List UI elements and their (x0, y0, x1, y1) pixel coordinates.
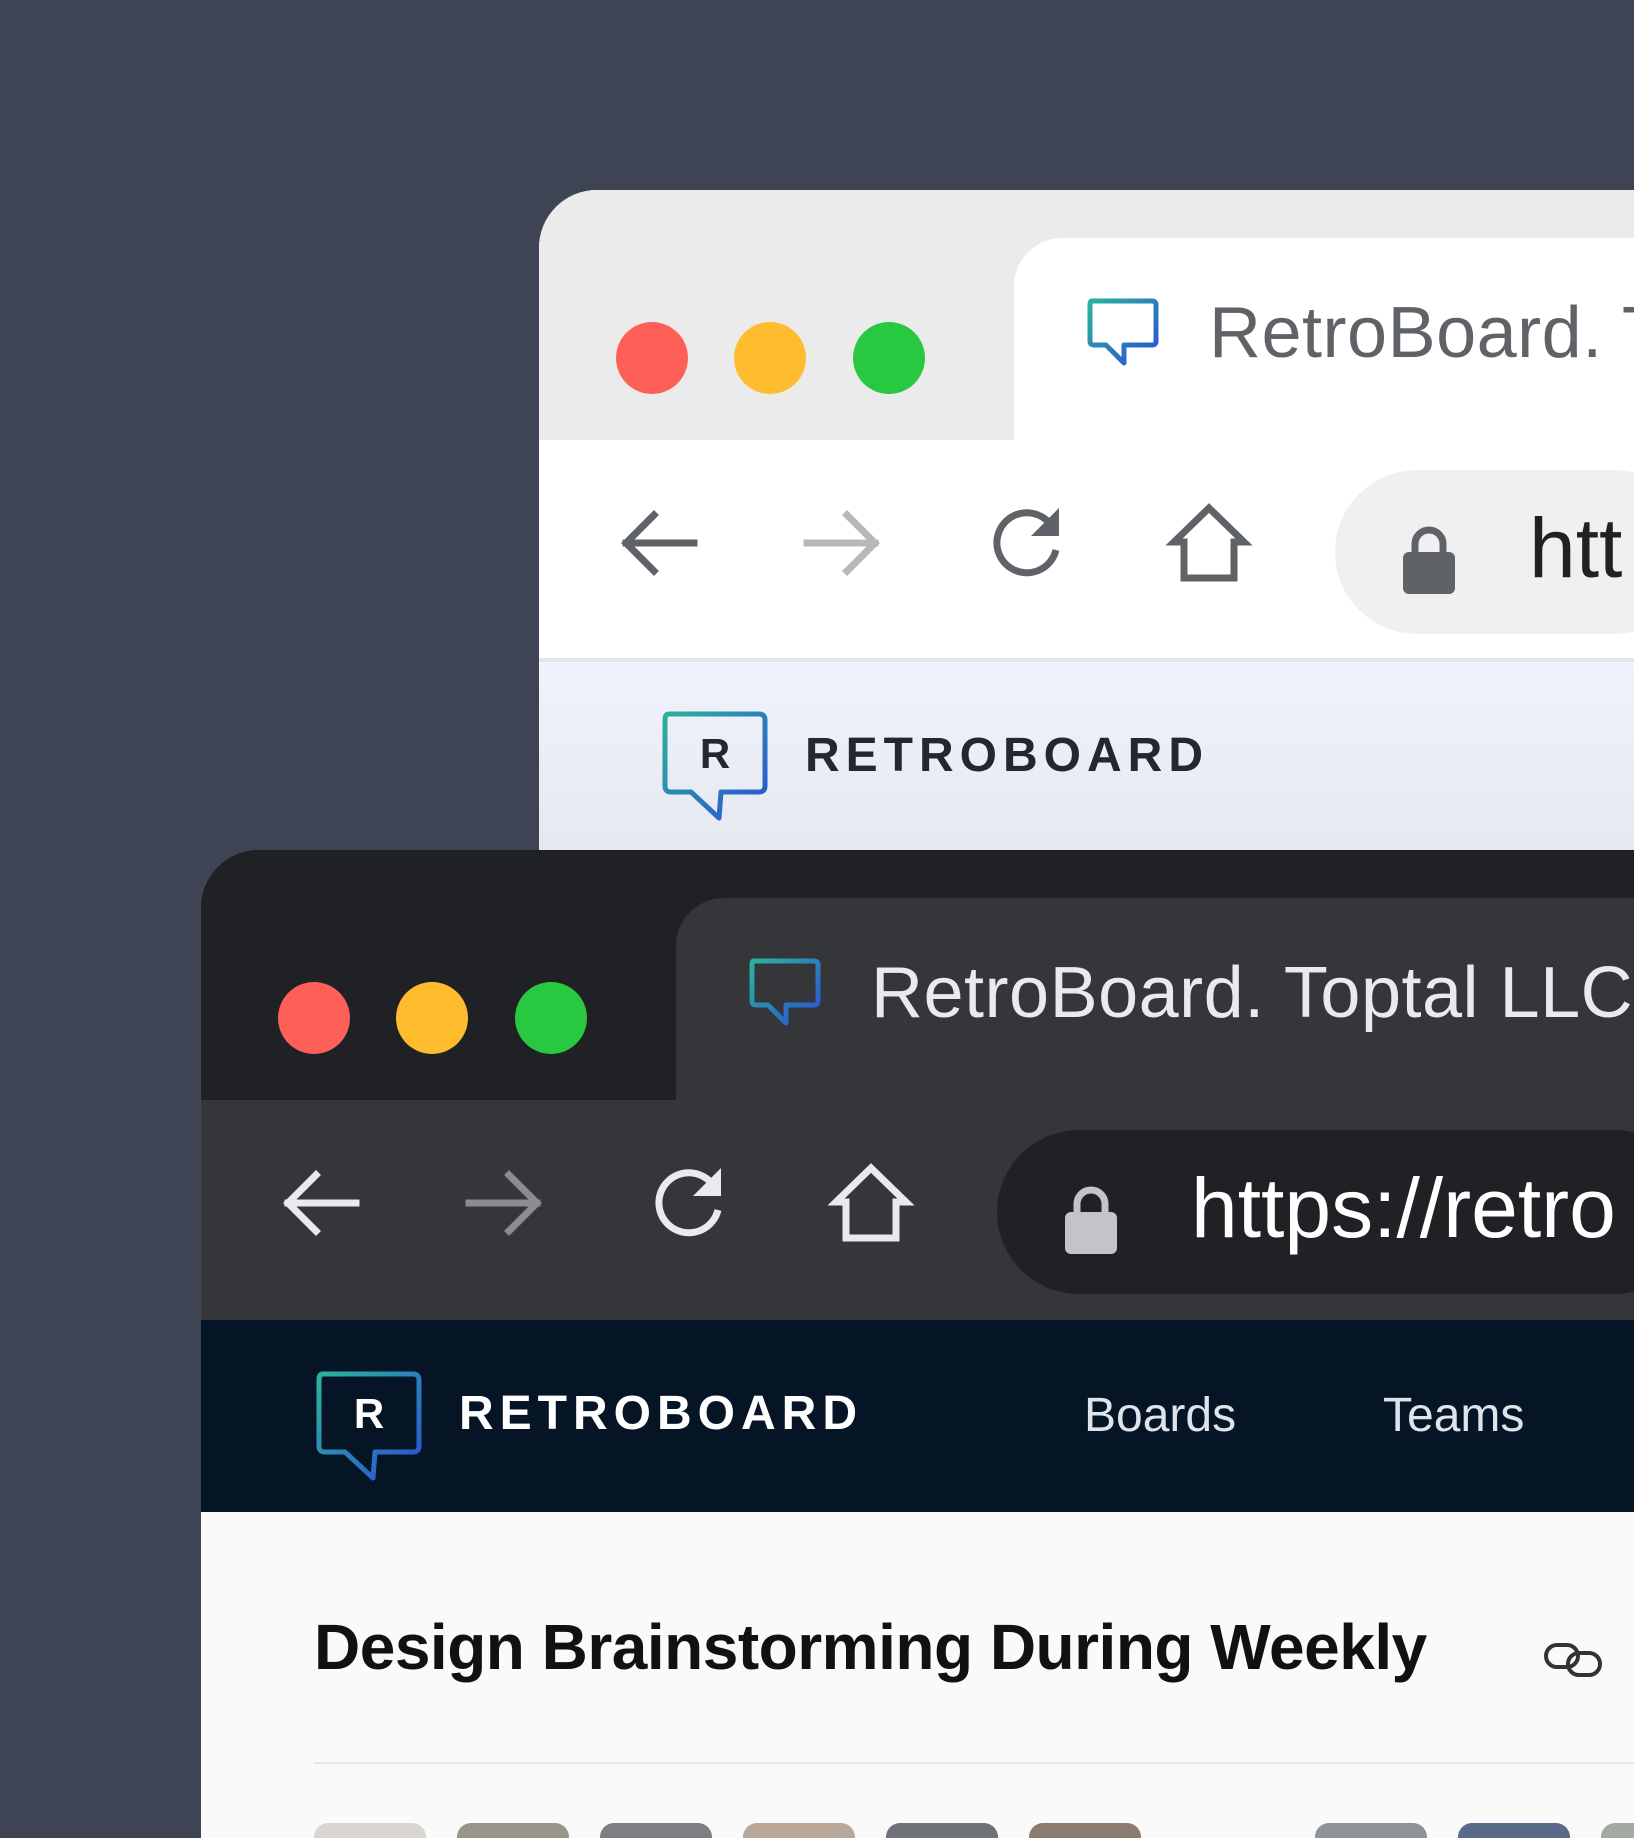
url-text[interactable]: https://retro (1191, 1160, 1616, 1257)
maximize-window-button[interactable] (515, 982, 587, 1054)
reload-button[interactable] (643, 1158, 733, 1248)
nav-teams-link[interactable]: Teams (1383, 1388, 1524, 1443)
logo-initial: R (354, 1390, 384, 1437)
brand-name: RETROBOARD (459, 1387, 863, 1440)
brand-name: RETROBOARD (805, 729, 1209, 782)
tab-title: RetroBoard. T (1209, 293, 1634, 373)
back-button[interactable] (276, 1158, 366, 1248)
link-icon[interactable] (1543, 1640, 1603, 1680)
board-title: Design Brainstorming During Weekly (314, 1611, 1427, 1683)
avatar[interactable] (886, 1823, 998, 1838)
browser-window-dark: RetroBoard. Toptal LLC. https://retro R … (201, 850, 1634, 1838)
avatar[interactable] (600, 1823, 712, 1838)
speech-bubble-icon (749, 958, 821, 1026)
forward-button[interactable] (459, 1158, 549, 1248)
minimize-window-button[interactable] (734, 322, 806, 394)
url-text[interactable]: htt (1529, 500, 1622, 597)
speech-bubble-icon (1087, 298, 1159, 366)
avatar[interactable] (1315, 1823, 1427, 1838)
avatar[interactable] (743, 1823, 855, 1838)
minimize-window-button[interactable] (396, 982, 468, 1054)
maximize-window-button[interactable] (853, 322, 925, 394)
logo-initial: R (700, 730, 730, 777)
home-button[interactable] (826, 1158, 916, 1248)
participant-avatars (314, 1823, 1634, 1838)
close-window-button[interactable] (278, 982, 350, 1054)
browser-window-light: RetroBoard. T htt R RETROBOARD (539, 190, 1634, 890)
lock-icon (1403, 526, 1455, 594)
avatar[interactable] (457, 1823, 569, 1838)
avatar[interactable] (1601, 1823, 1634, 1838)
retroboard-logo[interactable]: R (315, 1370, 425, 1490)
forward-button[interactable] (797, 498, 887, 588)
avatar[interactable] (1458, 1823, 1570, 1838)
home-button[interactable] (1164, 498, 1254, 588)
reload-button[interactable] (981, 498, 1071, 588)
nav-boards-link[interactable]: Boards (1084, 1388, 1236, 1443)
retroboard-logo[interactable]: R (661, 710, 771, 830)
close-window-button[interactable] (616, 322, 688, 394)
back-button[interactable] (614, 498, 704, 588)
avatar[interactable] (314, 1823, 426, 1838)
divider (314, 1762, 1634, 1764)
avatar[interactable] (1029, 1823, 1141, 1838)
lock-icon (1065, 1186, 1117, 1254)
tab-title: RetroBoard. Toptal LLC. (871, 953, 1634, 1033)
